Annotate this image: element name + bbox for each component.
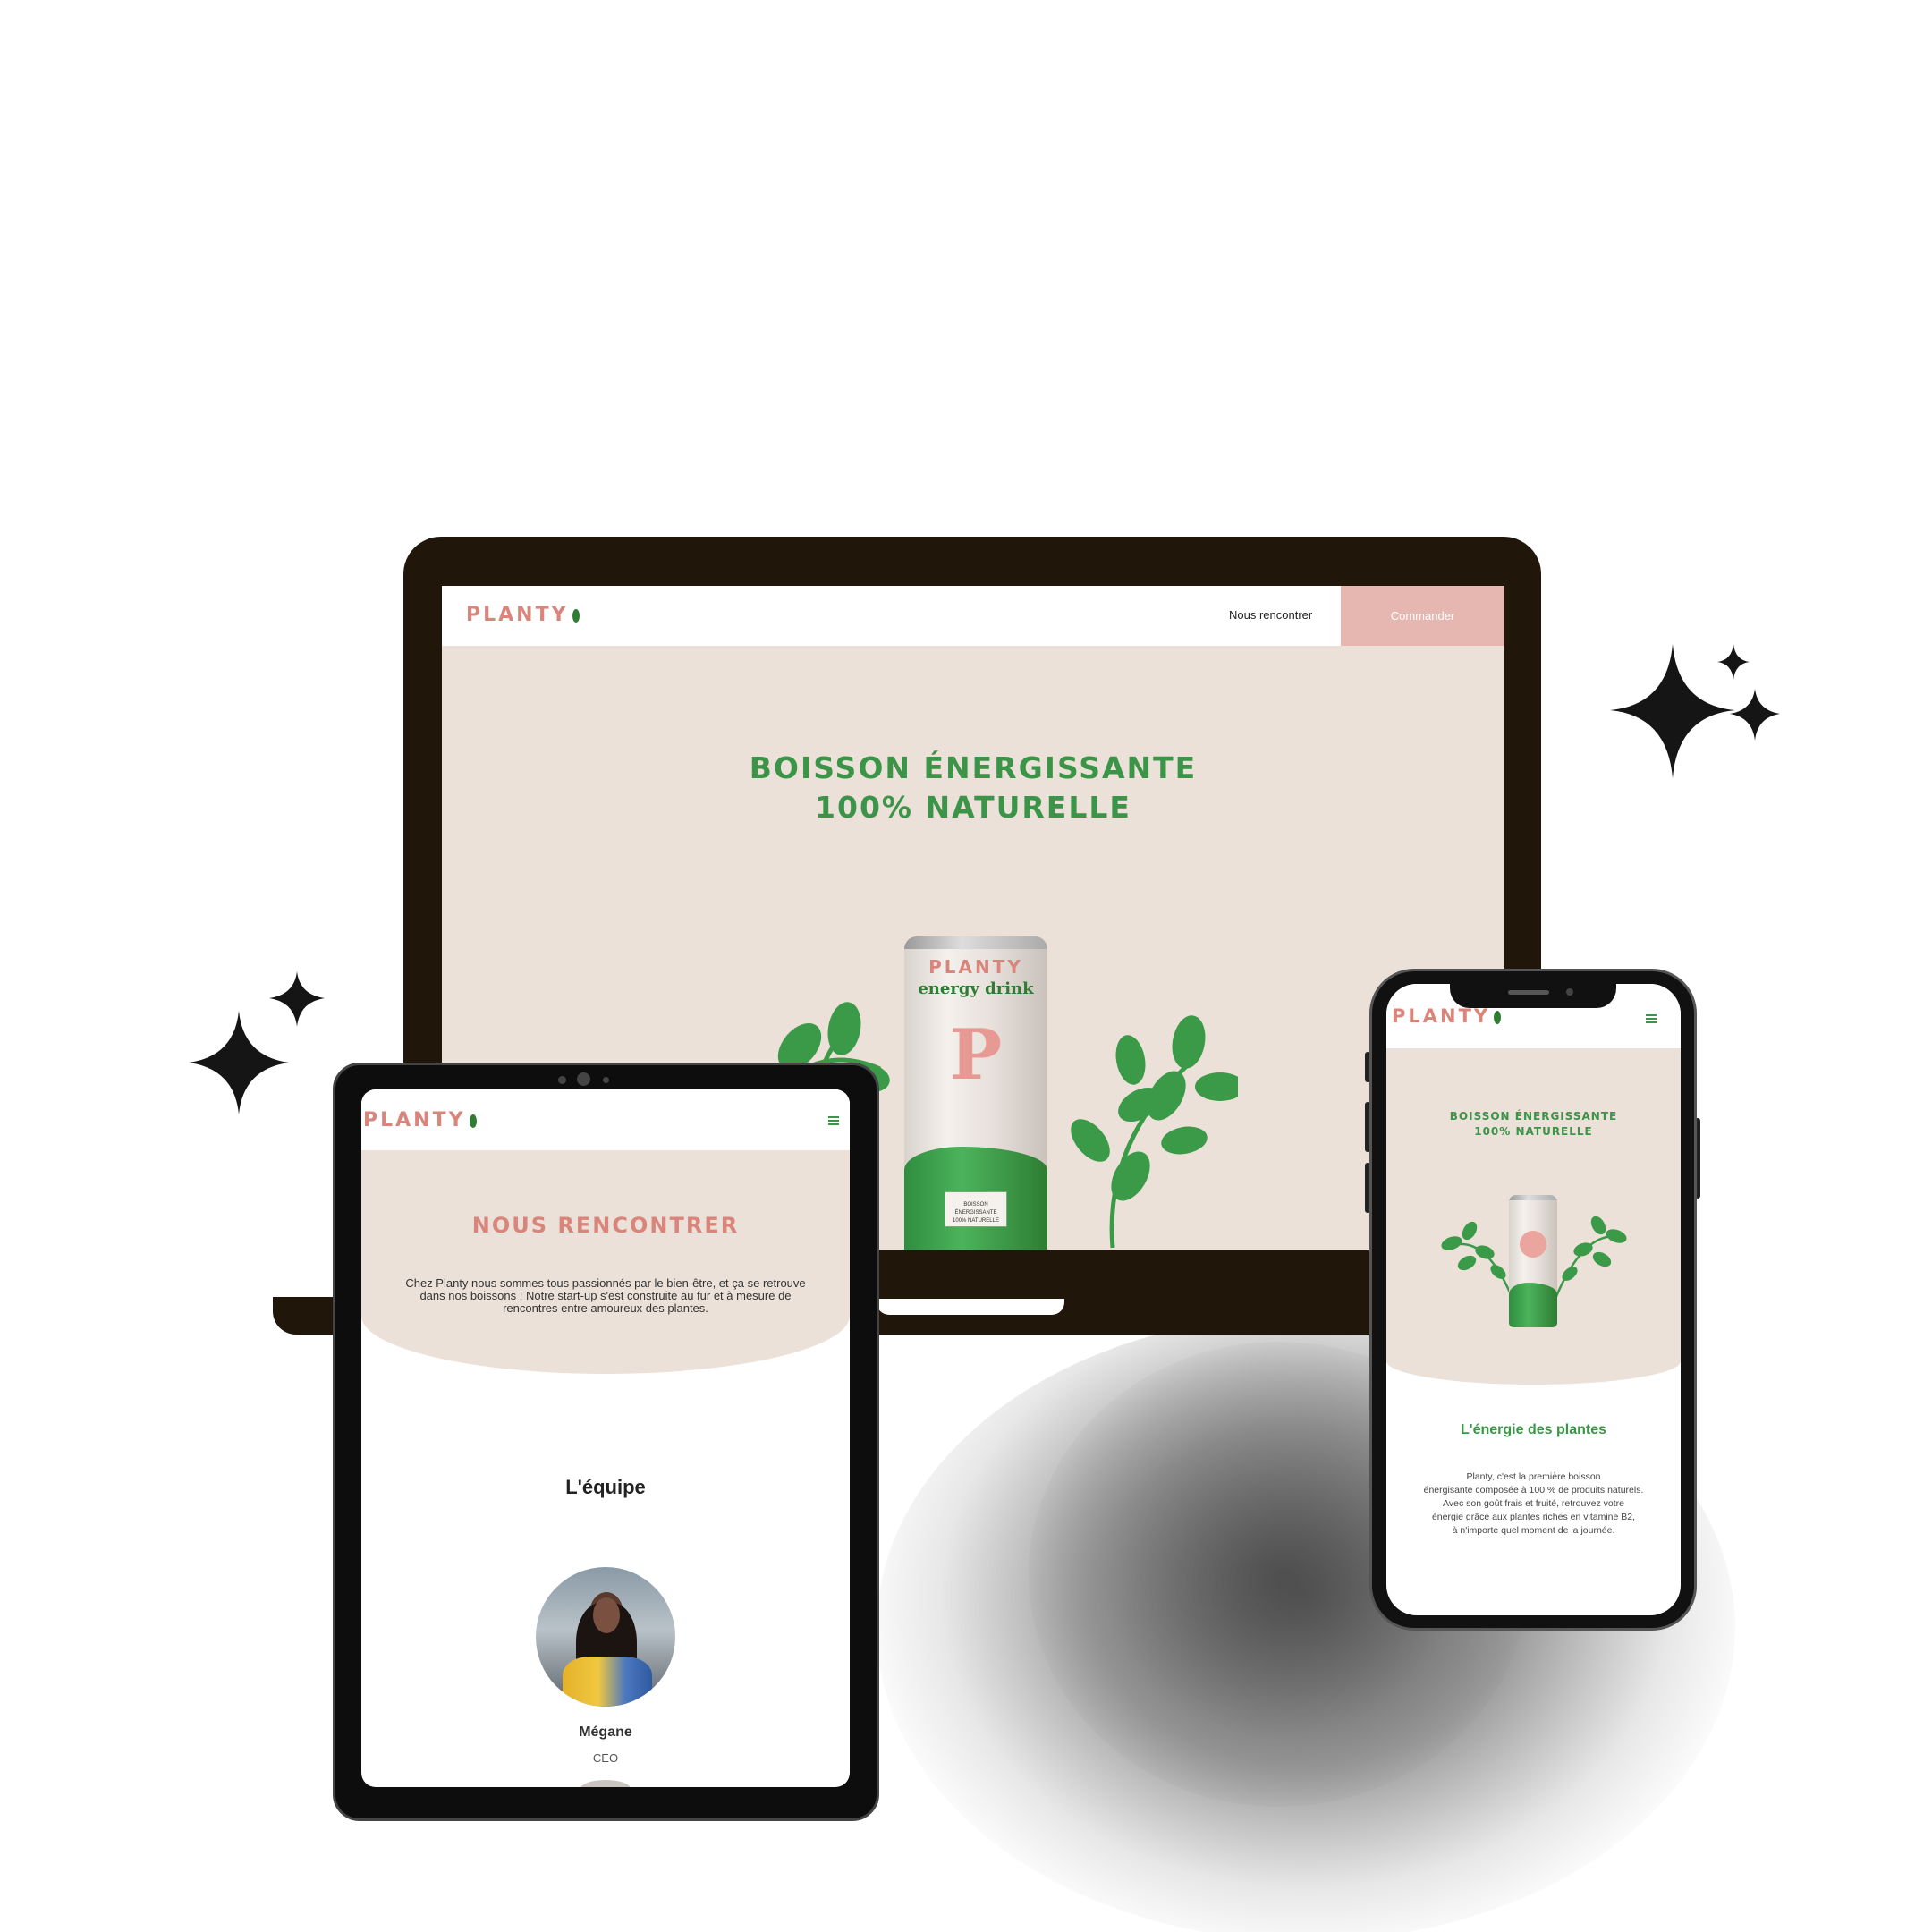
tablet-page-title: NOUS RENCONTRER bbox=[471, 1213, 740, 1238]
tablet-hero: NOUS RENCONTRER Chez Planty nous sommes … bbox=[361, 1150, 850, 1374]
desktop-header: PLANTY Nous rencontrer Commander bbox=[442, 586, 1504, 646]
intro-line2: dans nos boissons ! Notre start-up s'est… bbox=[419, 1289, 792, 1302]
hamburger-icon[interactable] bbox=[1646, 1014, 1657, 1023]
phone-hero-title: BOISSON ÉNERGISSANTE 100% NATURELLE bbox=[1386, 1109, 1681, 1140]
member-role: CEO bbox=[592, 1751, 619, 1765]
desktop-logo[interactable]: PLANTY bbox=[466, 604, 580, 626]
hero-title-line1: BOISSON ÉNERGISSANTE bbox=[749, 750, 1198, 785]
can-subtitle: energy drink bbox=[918, 979, 1034, 998]
can-label: BOISSON ÉNERGISSANTE 100% NATURELLE bbox=[945, 1191, 1007, 1227]
phone-body-text: Planty, c'est la première boisson énergi… bbox=[1386, 1470, 1681, 1538]
laptop-notch bbox=[877, 1299, 1064, 1315]
hero-title-line2: 100% NATURELLE bbox=[1474, 1125, 1593, 1138]
body-line1: Planty, c'est la première boisson bbox=[1466, 1471, 1601, 1482]
avatar-jacket bbox=[563, 1657, 652, 1707]
leaf-icon bbox=[469, 1114, 477, 1128]
tablet-header: PLANTY bbox=[361, 1089, 850, 1150]
avatar-skin bbox=[593, 1597, 620, 1633]
logo-text: PLANTY bbox=[363, 1109, 466, 1131]
can-label-line1: BOISSON ÉNERGISSANTE bbox=[954, 1202, 997, 1216]
next-avatar-peek bbox=[580, 1780, 631, 1787]
can-letter: P bbox=[949, 1014, 1003, 1096]
body-line4: énergie grâce aux plantes riches en vita… bbox=[1431, 1512, 1636, 1522]
phone-camera-icon bbox=[1566, 988, 1573, 996]
phone-speaker bbox=[1508, 990, 1549, 995]
desktop-hero-title: BOISSON ÉNERGISSANTE 100% NATURELLE bbox=[442, 749, 1504, 827]
avatar[interactable] bbox=[536, 1567, 675, 1707]
nav-link-nous-rencontrer[interactable]: Nous rencontrer bbox=[1229, 608, 1312, 622]
logo-text: PLANTY bbox=[466, 604, 569, 626]
energy-drink-can: PLANTY energy drink P BOISSON ÉNERGISSAN… bbox=[904, 936, 1047, 1250]
tablet-sensor-icon bbox=[603, 1077, 609, 1083]
phone-section-title: L'énergie des plantes bbox=[1461, 1422, 1606, 1437]
leaf-icon bbox=[572, 608, 580, 623]
body-line2: énergisante composée à 100 % de produits… bbox=[1423, 1485, 1644, 1496]
phone-screen: PLANTY BOISSON ÉNERGISSANTE 100% NATUREL… bbox=[1386, 984, 1681, 1615]
phone-hero: BOISSON ÉNERGISSANTE 100% NATURELLE bbox=[1386, 1048, 1681, 1385]
tablet-camera-icon bbox=[577, 1072, 590, 1086]
tablet-intro-text: Chez Planty nous sommes tous passionnés … bbox=[361, 1277, 850, 1315]
sparkle-icon bbox=[1610, 644, 1780, 778]
energy-drink-can bbox=[1509, 1195, 1557, 1327]
tablet-screen: PLANTY NOUS RENCONTRER Chez Planty nous … bbox=[361, 1089, 850, 1787]
can-lid bbox=[1509, 1195, 1557, 1200]
can-green-band bbox=[1509, 1283, 1557, 1327]
phone-logo[interactable]: PLANTY bbox=[1392, 1005, 1502, 1027]
can-letter-mark bbox=[1520, 1231, 1546, 1258]
tablet-camera-icon bbox=[558, 1076, 566, 1084]
can-label-line2: 100% NATURELLE bbox=[953, 1218, 999, 1224]
can-brand: PLANTY bbox=[928, 956, 1023, 978]
logo-text: PLANTY bbox=[1392, 1005, 1491, 1027]
member-name: Mégane bbox=[579, 1724, 632, 1740]
can-lid bbox=[904, 936, 1047, 949]
hero-title-line2: 100% NATURELLE bbox=[815, 790, 1131, 825]
body-line3: Avec son goût frais et fruité, retrouvez… bbox=[1443, 1498, 1624, 1509]
leaf-icon bbox=[1494, 1010, 1502, 1024]
body-line5: à n'importe quel moment de la journée. bbox=[1452, 1525, 1615, 1536]
hero-title-line1: BOISSON ÉNERGISSANTE bbox=[1449, 1110, 1618, 1123]
sparkle-icon bbox=[189, 971, 325, 1114]
intro-line3: rencontres entre amoureux des plantes. bbox=[503, 1301, 708, 1315]
hamburger-icon[interactable] bbox=[828, 1116, 839, 1125]
tablet-logo[interactable]: PLANTY bbox=[363, 1109, 477, 1131]
phone-notch bbox=[1450, 981, 1616, 1008]
team-heading: L'équipe bbox=[565, 1476, 646, 1498]
intro-line1: Chez Planty nous sommes tous passionnés … bbox=[405, 1276, 806, 1290]
order-button[interactable]: Commander bbox=[1341, 586, 1504, 646]
